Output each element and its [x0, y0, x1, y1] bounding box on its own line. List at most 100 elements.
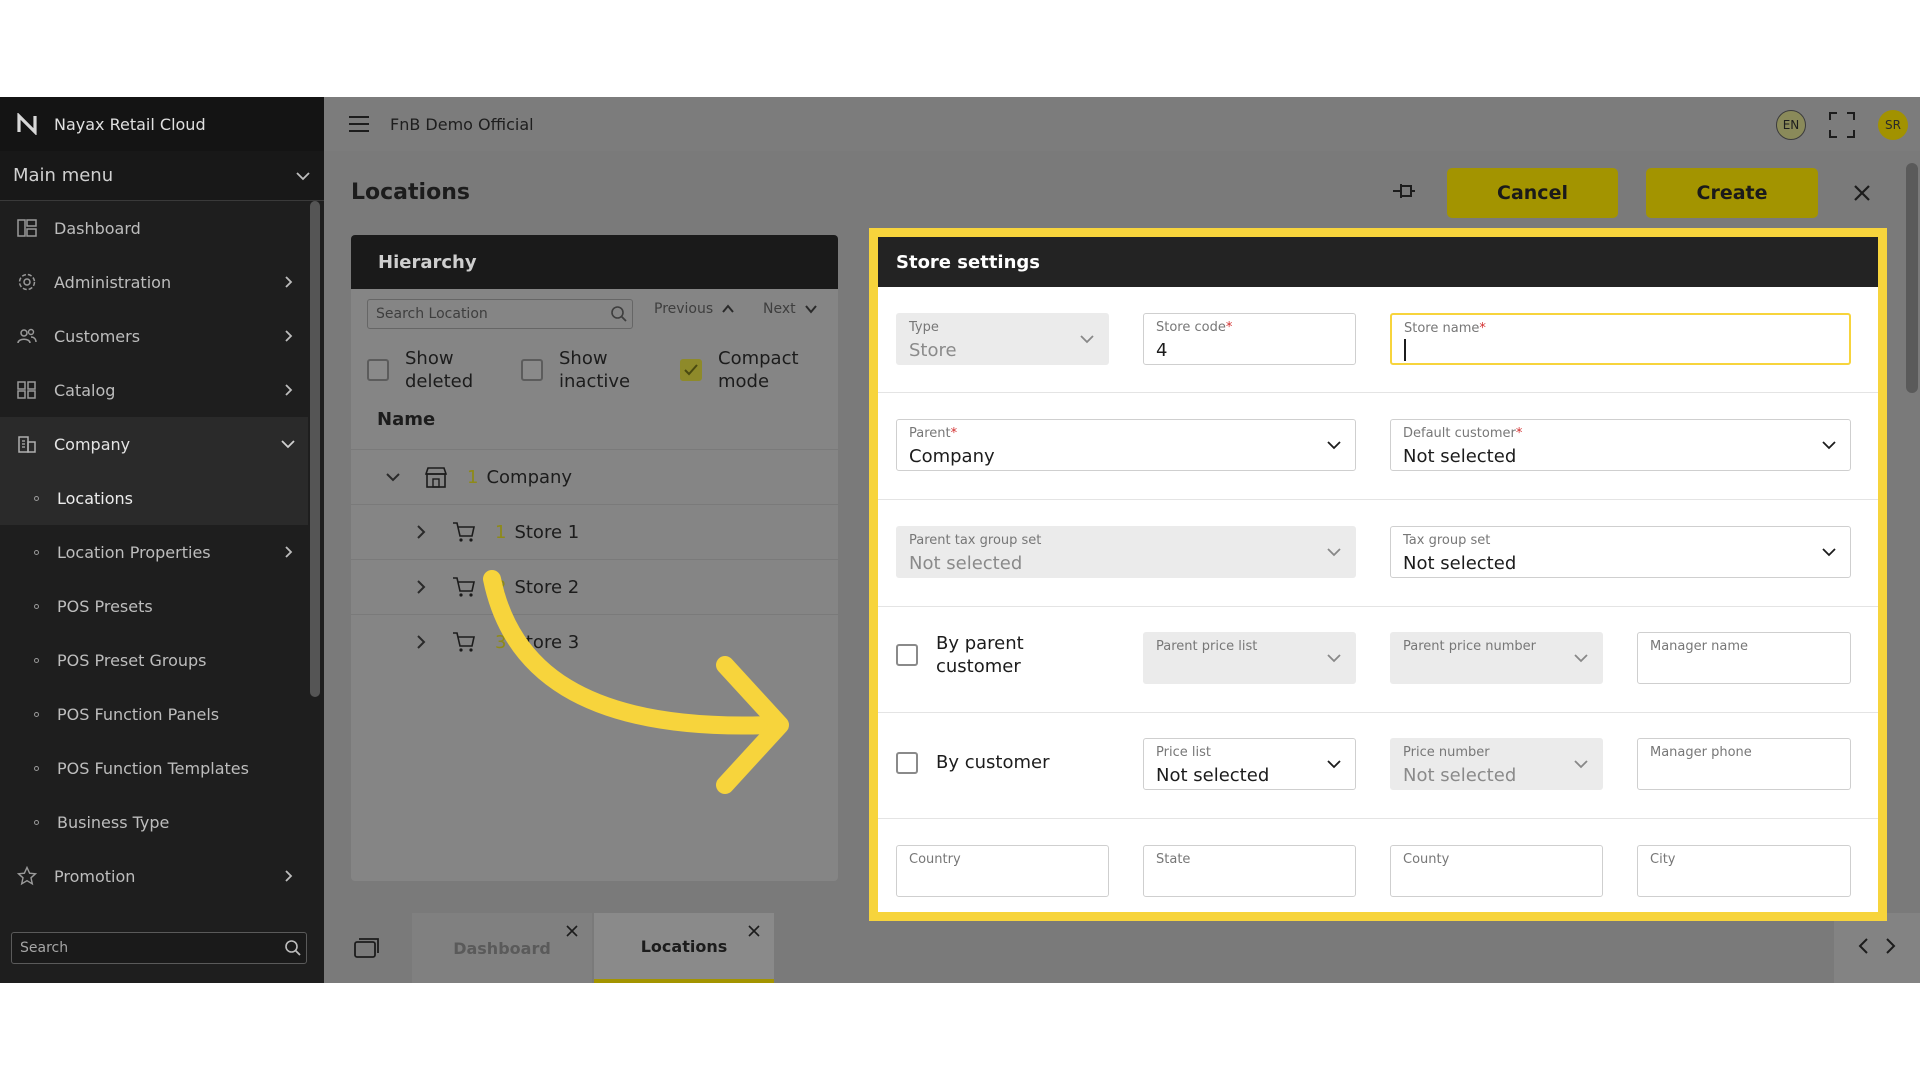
sidebar-item-catalog[interactable]: Catalog [0, 363, 308, 417]
tree-row-company[interactable]: 1 Company [351, 450, 838, 504]
search-icon[interactable] [280, 935, 306, 961]
show-inactive-checkbox[interactable]: Show inactive [521, 347, 659, 393]
tree-item-name: Store 1 [514, 521, 580, 543]
fullscreen-icon[interactable] [1828, 111, 1856, 139]
close-icon[interactable] [1848, 179, 1876, 207]
checkbox-box[interactable] [680, 359, 702, 381]
next-button[interactable]: Next [763, 301, 818, 317]
sidebar-item-label: Promotion [54, 866, 136, 886]
location-search-input[interactable] [376, 306, 606, 322]
chevron-right-icon[interactable] [409, 630, 433, 654]
close-icon[interactable] [746, 923, 762, 939]
chevron-right-icon[interactable] [409, 575, 433, 599]
chevron-right-icon[interactable] [1883, 937, 1897, 959]
sidebar-item-company[interactable]: Company [0, 417, 308, 471]
sidebar-subitem-pos-presets[interactable]: POS Presets [0, 579, 308, 633]
sidebar-item-dashboard[interactable]: Dashboard [0, 201, 308, 255]
field-value: Not selected [909, 553, 1023, 574]
manager-name-field[interactable]: Manager name [1637, 632, 1851, 684]
parent-price-list-select[interactable]: Parent price list [1143, 632, 1356, 684]
show-deleted-checkbox[interactable]: Show deleted [367, 347, 505, 393]
chevron-left-icon[interactable] [1857, 937, 1871, 959]
tabs-overview-icon[interactable] [352, 933, 382, 963]
dashboard-icon [16, 217, 38, 239]
price-number-select[interactable]: Price number Not selected [1390, 738, 1603, 790]
chevron-down-icon [804, 305, 817, 314]
county-field[interactable]: County [1390, 845, 1603, 897]
by-customer-checkbox[interactable]: By customer [896, 751, 1049, 774]
divider [878, 499, 1878, 500]
sidebar-subitem-pos-preset-groups[interactable]: POS Preset Groups [0, 633, 308, 687]
checkbox-box[interactable] [896, 644, 918, 666]
user-avatar[interactable]: SR [1878, 110, 1908, 140]
create-button[interactable]: Create [1646, 168, 1818, 218]
sidebar-scrollbar[interactable] [310, 201, 320, 697]
sidebar-subitem-pos-function-panels[interactable]: POS Function Panels [0, 687, 308, 741]
brand[interactable]: Nayax Retail Cloud [0, 97, 324, 151]
checkbox-box[interactable] [896, 751, 918, 774]
default-customer-select[interactable]: Default customer* Not selected [1390, 419, 1851, 471]
main-menu-toggle[interactable]: Main menu [0, 151, 324, 201]
sidebar-item-administration[interactable]: Administration [0, 255, 308, 309]
field-value: 4 [1156, 340, 1168, 361]
close-icon[interactable] [564, 923, 580, 939]
page-scrollbar[interactable] [1906, 163, 1918, 393]
sidebar-scrollbar-thumb[interactable] [310, 201, 320, 697]
sidebar-subitem-pos-function-templates[interactable]: POS Function Templates [0, 741, 308, 795]
chevron-right-icon [274, 309, 302, 363]
cancel-button[interactable]: Cancel [1447, 168, 1618, 218]
country-field[interactable]: Country [896, 845, 1109, 897]
sidebar-item-promotion[interactable]: Promotion [0, 849, 308, 903]
checkbox-box[interactable] [367, 359, 389, 381]
chevron-down-icon [1323, 647, 1345, 669]
sidebar-subitem-business-type[interactable]: Business Type [0, 795, 308, 849]
chevron-down-icon [1570, 753, 1592, 775]
sidebar-subitem-location-properties[interactable]: Location Properties [0, 525, 308, 579]
field-label: Tax group set [1403, 533, 1491, 548]
price-list-select[interactable]: Price list Not selected [1143, 738, 1356, 790]
store-name-field[interactable]: Store name* [1390, 313, 1851, 365]
type-select[interactable]: Type Store [896, 313, 1109, 365]
manager-phone-field[interactable]: Manager phone [1637, 738, 1851, 790]
tax-group-select[interactable]: Tax group set Not selected [1390, 526, 1851, 578]
field-value: Company [909, 446, 995, 467]
city-field[interactable]: City [1637, 845, 1851, 897]
tree-row-store[interactable]: 1 Store 1 [351, 505, 838, 559]
parent-select[interactable]: Parent* Company [896, 419, 1356, 471]
topbar: FnB Demo Official EN SR [324, 97, 1920, 151]
field-label: Type [909, 320, 939, 335]
chevron-right-icon [274, 525, 302, 579]
parent-tax-group-select[interactable]: Parent tax group set Not selected [896, 526, 1356, 578]
hierarchy-title: Hierarchy [351, 235, 838, 289]
state-field[interactable]: State [1143, 845, 1356, 897]
chevron-down-icon [1323, 434, 1345, 456]
compact-mode-checkbox[interactable]: Compact mode [680, 347, 818, 393]
chevron-right-icon[interactable] [409, 520, 433, 544]
tab-dashboard[interactable]: Dashboard [412, 913, 592, 983]
bullet-icon [34, 657, 39, 663]
chevron-down-icon [1818, 541, 1840, 563]
chevron-down-icon[interactable] [381, 465, 405, 489]
sidebar-item-customers[interactable]: Customers [0, 309, 308, 363]
checkbox-label: Show deleted [405, 348, 474, 392]
sidebar-search-input[interactable] [20, 940, 280, 956]
tab-locations[interactable]: Locations [594, 913, 774, 983]
organization-name[interactable]: FnB Demo Official [390, 115, 534, 134]
field-label: Default customer* [1403, 426, 1522, 441]
next-label: Next [763, 301, 796, 317]
store-code-field[interactable]: Store code* 4 [1143, 313, 1356, 365]
topbar-actions: EN SR [1776, 110, 1908, 140]
search-icon[interactable] [606, 305, 632, 323]
by-parent-customer-checkbox[interactable]: By parent customer [896, 632, 1066, 678]
pin-icon[interactable] [1390, 177, 1418, 205]
chevron-right-icon [274, 363, 302, 417]
checkbox-box[interactable] [521, 359, 543, 381]
required-mark: * [1479, 321, 1486, 336]
sidebar-subitem-locations[interactable]: Locations [0, 471, 308, 525]
language-switcher[interactable]: EN [1776, 110, 1806, 140]
checkmark-icon [684, 364, 698, 376]
previous-button[interactable]: Previous [654, 301, 735, 317]
store-settings-form: Type Store Store code* 4 Store name* Par… [878, 287, 1878, 912]
hamburger-menu-icon[interactable] [346, 111, 372, 137]
parent-price-number-select[interactable]: Parent price number [1390, 632, 1603, 684]
